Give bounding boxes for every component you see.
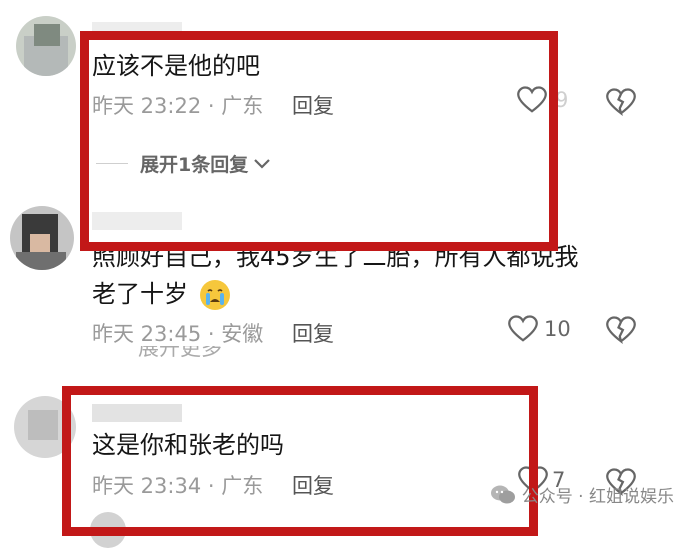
crying-face-icon — [199, 280, 230, 310]
expand-replies[interactable]: 展开1条回复 — [96, 150, 272, 177]
divider — [96, 163, 128, 164]
heart-icon — [508, 315, 538, 342]
comment-text: 应该不是他的吧 — [92, 52, 260, 80]
expand-label: 展开1条回复 — [140, 154, 249, 176]
comment-text-line2-label: 老了十岁 — [92, 280, 188, 308]
next-avatar[interactable] — [90, 512, 126, 548]
like-count: 9 — [555, 88, 569, 112]
comment-text: 这是你和张老的吗 — [92, 431, 284, 459]
comment-text-line2: 老了十岁 — [92, 274, 230, 314]
comment-meta: 昨天 23:34 · 广东 — [92, 474, 264, 498]
dislike-button[interactable] — [606, 316, 636, 348]
comment-meta: 昨天 23:45 · 安徽 — [92, 322, 264, 346]
username-blur — [92, 404, 182, 422]
like-button[interactable]: 10 — [508, 315, 571, 343]
broken-heart-icon — [606, 88, 636, 117]
watermark: 公众号 · 红姐说娱乐 — [490, 482, 674, 507]
watermark-text: 公众号 · 红姐说娱乐 — [521, 487, 674, 507]
like-button[interactable]: 9 — [517, 86, 568, 114]
hidden-expand-row[interactable]: 展开更多 — [138, 346, 378, 358]
username-blur — [92, 22, 182, 40]
username-blur — [92, 212, 182, 230]
broken-heart-icon — [606, 316, 636, 345]
avatar[interactable] — [10, 206, 74, 270]
reply-button[interactable]: 回复 — [292, 90, 334, 120]
dislike-button[interactable] — [606, 88, 636, 120]
avatar[interactable] — [16, 16, 76, 76]
comment-meta: 昨天 23:22 · 广东 — [92, 94, 264, 118]
hidden-expand-label: 展开更多 — [138, 346, 222, 358]
reply-button[interactable]: 回复 — [292, 470, 334, 500]
like-count: 10 — [544, 317, 571, 341]
wechat-icon — [490, 485, 515, 503]
avatar[interactable] — [14, 396, 76, 458]
comment-text-line1: 照顾好自己，我45岁生了二胎，所有人都说我 — [92, 243, 579, 271]
reply-button[interactable]: 回复 — [292, 318, 334, 348]
heart-icon — [517, 86, 547, 113]
chevron-down-icon — [254, 158, 271, 169]
